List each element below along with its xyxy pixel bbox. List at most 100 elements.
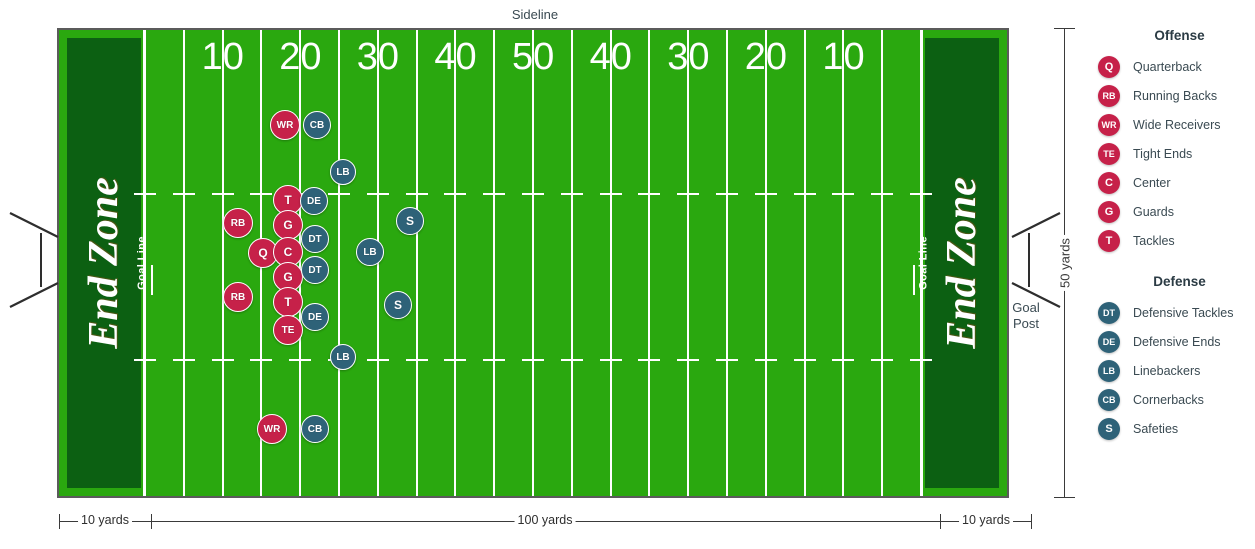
legend-item-q[interactable]: Q Quarterback	[1098, 52, 1255, 81]
yard-line-65	[648, 30, 651, 496]
football-field: End Zone End Zone 10 20 30 40 50 40 30 20 10 Goa…	[57, 28, 1009, 498]
yard-line-55	[570, 30, 573, 496]
hash-mark	[405, 359, 428, 361]
left-endzone-measure-label: 10 yards	[78, 513, 132, 527]
hash-mark	[250, 193, 273, 195]
playfield-measure-label: 100 yards	[514, 513, 576, 527]
left-endzone-cap-start	[59, 514, 60, 529]
yard-line-80	[764, 30, 767, 496]
yard-line-35	[415, 30, 418, 496]
legend-badge-c: C	[1098, 171, 1120, 194]
yard-line-75	[726, 30, 728, 496]
hash-mark	[211, 193, 234, 195]
legend-item-t[interactable]: T Tackles	[1098, 226, 1255, 255]
end-zone-left: End Zone	[67, 38, 141, 488]
player-s-7[interactable]: S	[396, 207, 424, 235]
hash-mark	[172, 359, 195, 361]
legend-defense-title: Defense	[1153, 274, 1206, 289]
right-endzone-measure-label: 10 yards	[959, 513, 1013, 527]
legend-badge-q: Q	[1098, 55, 1120, 78]
player-rb-14[interactable]: RB	[223, 282, 253, 312]
player-t-15[interactable]: T	[273, 287, 303, 317]
legend-badge-cb: CB	[1098, 388, 1120, 411]
legend: Offense Q Quarterback RB Running Backs WR Wid…	[1098, 28, 1255, 443]
player-lb-11[interactable]: LB	[356, 238, 384, 266]
legend-item-g[interactable]: G Guards	[1098, 197, 1255, 226]
yard-number-8: 10	[822, 36, 865, 78]
hash-mark	[638, 359, 661, 361]
hash-mark	[871, 359, 894, 361]
player-lb-2[interactable]: LB	[330, 159, 356, 185]
legend-label-lb: Linebackers	[1133, 363, 1201, 378]
legend-label-cb: Cornerbacks	[1133, 392, 1204, 407]
football-field-diagram: Sideline End Zone End Zone 10 20 30 40 50 40 3…	[0, 0, 1255, 549]
yard-line-70	[687, 30, 690, 496]
legend-badge-wr: WR	[1098, 113, 1120, 136]
yard-number-2: 30	[356, 36, 400, 78]
player-cb-1[interactable]: CB	[303, 111, 331, 139]
player-dt-13[interactable]: DT	[301, 256, 329, 284]
player-dt-8[interactable]: DT	[301, 225, 329, 253]
player-cb-21[interactable]: CB	[301, 415, 329, 443]
yard-number-7: 20	[744, 36, 788, 78]
legend-badge-te: TE	[1098, 142, 1120, 165]
yard-line-90	[842, 30, 845, 496]
legend-label-c: Center	[1133, 175, 1171, 190]
legend-item-c[interactable]: C Center	[1098, 168, 1255, 197]
hash-mark	[483, 359, 506, 361]
legend-badge-de: DE	[1098, 330, 1120, 353]
hash-mark	[677, 359, 700, 361]
hash-mark	[405, 193, 428, 195]
player-s-16[interactable]: S	[384, 291, 412, 319]
legend-label-de: Defensive Ends	[1133, 334, 1221, 349]
player-wr-20[interactable]: WR	[257, 414, 287, 444]
legend-label-wr: Wide Receivers	[1133, 117, 1221, 132]
hash-mark	[483, 193, 506, 195]
player-de-4[interactable]: DE	[300, 187, 328, 215]
legend-item-lb[interactable]: LB Linebackers	[1098, 356, 1255, 385]
legend-label-g: Guards	[1133, 204, 1174, 219]
goal-line-left-label: Goal Line	[136, 236, 148, 290]
hash-mark	[211, 359, 234, 361]
legend-item-dt[interactable]: DT Defensive Tackles	[1098, 298, 1255, 327]
hash-mark	[289, 359, 312, 361]
hash-mark	[522, 359, 544, 361]
player-de-17[interactable]: DE	[301, 303, 329, 331]
hash-mark	[716, 193, 738, 195]
yard-line-10	[221, 30, 224, 496]
hash-mark	[716, 359, 738, 361]
hash-mark	[560, 359, 583, 361]
player-te-18[interactable]: TE	[273, 315, 303, 345]
yard-line-45	[493, 30, 496, 496]
yard-line-95	[881, 30, 884, 496]
hash-mark	[793, 193, 816, 195]
player-rb-5[interactable]: RB	[223, 208, 253, 238]
hash-mark	[560, 193, 583, 195]
goal-line-right-label: Goal Line	[918, 236, 930, 290]
legend-item-de[interactable]: DE Defensive Ends	[1098, 327, 1255, 356]
player-g-6[interactable]: G	[273, 210, 303, 240]
hash-mark	[832, 359, 855, 361]
hash-mark	[522, 193, 544, 195]
legend-item-cb[interactable]: CB Cornerbacks	[1098, 385, 1255, 414]
legend-offense: Offense Q Quarterback RB Running Backs WR Wid…	[1098, 28, 1255, 255]
legend-offense-rows: Q Quarterback RB Running Backs WR Wide Receiv…	[1098, 52, 1255, 255]
sideline-label: Sideline	[511, 7, 559, 22]
goal-post-left	[9, 212, 59, 308]
yard-line-25	[338, 30, 340, 496]
legend-item-wr[interactable]: WR Wide Receivers	[1098, 110, 1255, 139]
legend-label-dt: Defensive Tackles	[1133, 305, 1234, 320]
legend-label-rb: Running Backs	[1133, 88, 1218, 103]
hash-mark-row-1	[134, 359, 932, 361]
yard-line-85	[803, 30, 806, 496]
player-wr-0[interactable]: WR	[270, 110, 300, 140]
hash-mark	[754, 193, 777, 195]
hash-mark	[444, 193, 467, 195]
legend-item-s[interactable]: S Safeties	[1098, 414, 1255, 443]
hash-mark	[599, 193, 622, 195]
yard-line-40	[454, 30, 457, 496]
legend-item-rb[interactable]: RB Running Backs	[1098, 81, 1255, 110]
player-lb-19[interactable]: LB	[330, 344, 356, 370]
legend-badge-dt: DT	[1098, 301, 1120, 324]
legend-item-te[interactable]: TE Tight Ends	[1098, 139, 1255, 168]
